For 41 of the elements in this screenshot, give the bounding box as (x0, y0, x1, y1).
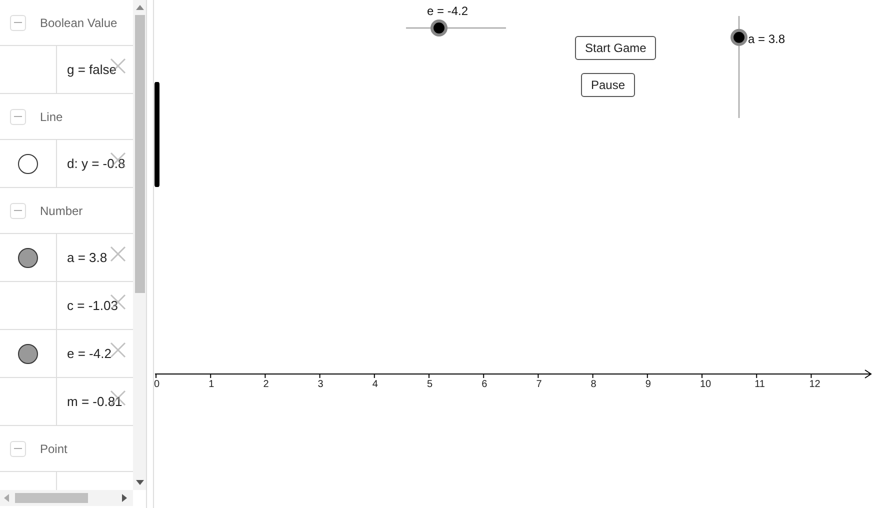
algebra-entry[interactable]: a = 3.8 (57, 234, 108, 281)
vertical-scrollbar[interactable] (133, 0, 146, 490)
axis-tick-label: 6 (482, 378, 488, 392)
game-button[interactable]: Pause (581, 73, 636, 97)
slider-thumb[interactable] (430, 20, 448, 36)
axis-tick-label: 12 (809, 378, 820, 392)
slider-thumb[interactable] (730, 28, 748, 46)
axis-tick-label: 5 (427, 378, 433, 392)
game-button[interactable]: Start Game (575, 36, 656, 60)
visibility-dot-hollow[interactable] (18, 154, 38, 174)
visibility-dot-filled[interactable] (18, 344, 38, 364)
axis-tick-label: 7 (536, 378, 542, 392)
axis-tick-label: 0 (154, 378, 160, 392)
scroll-right-icon[interactable] (122, 494, 127, 502)
collapse-toggle[interactable] (10, 440, 26, 456)
group-heading: Number (40, 202, 83, 220)
axis-tick-label: 3 (318, 378, 324, 392)
algebra-entry[interactable]: c = -1.03 (57, 282, 118, 329)
visibility-dot-filled[interactable] (18, 248, 38, 268)
scroll-up-icon[interactable] (136, 5, 144, 10)
slider-label: e = -4.2 (427, 3, 468, 20)
axis-tick-label: 2 (263, 378, 269, 392)
algebra-entry[interactable]: e = -4.2 (57, 330, 112, 377)
algebra-entry[interactable]: d: y = -0.8 (57, 140, 126, 187)
collapse-toggle[interactable] (10, 14, 26, 30)
horizontal-scrollbar[interactable] (0, 490, 133, 506)
axis-tick-label: 1 (208, 378, 214, 392)
slider-label: a = 3.8 (748, 31, 786, 48)
scroll-down-icon[interactable] (136, 480, 144, 485)
algebra-entry[interactable]: m = -0.81 (57, 378, 122, 425)
axis-tick-label: 11 (754, 378, 765, 392)
axis-tick-label: 9 (645, 378, 651, 392)
group-heading: Line (40, 108, 63, 126)
axis-tick-label: 4 (372, 378, 378, 392)
group-heading: Boolean Value (40, 14, 118, 32)
axis-tick-label: 10 (700, 378, 712, 392)
group-heading: Point (40, 440, 68, 458)
axis-tick-label: 8 (590, 378, 596, 392)
collapse-toggle[interactable] (10, 108, 26, 124)
collapse-toggle[interactable] (10, 202, 26, 218)
algebra-entry[interactable]: g = false (57, 46, 117, 93)
